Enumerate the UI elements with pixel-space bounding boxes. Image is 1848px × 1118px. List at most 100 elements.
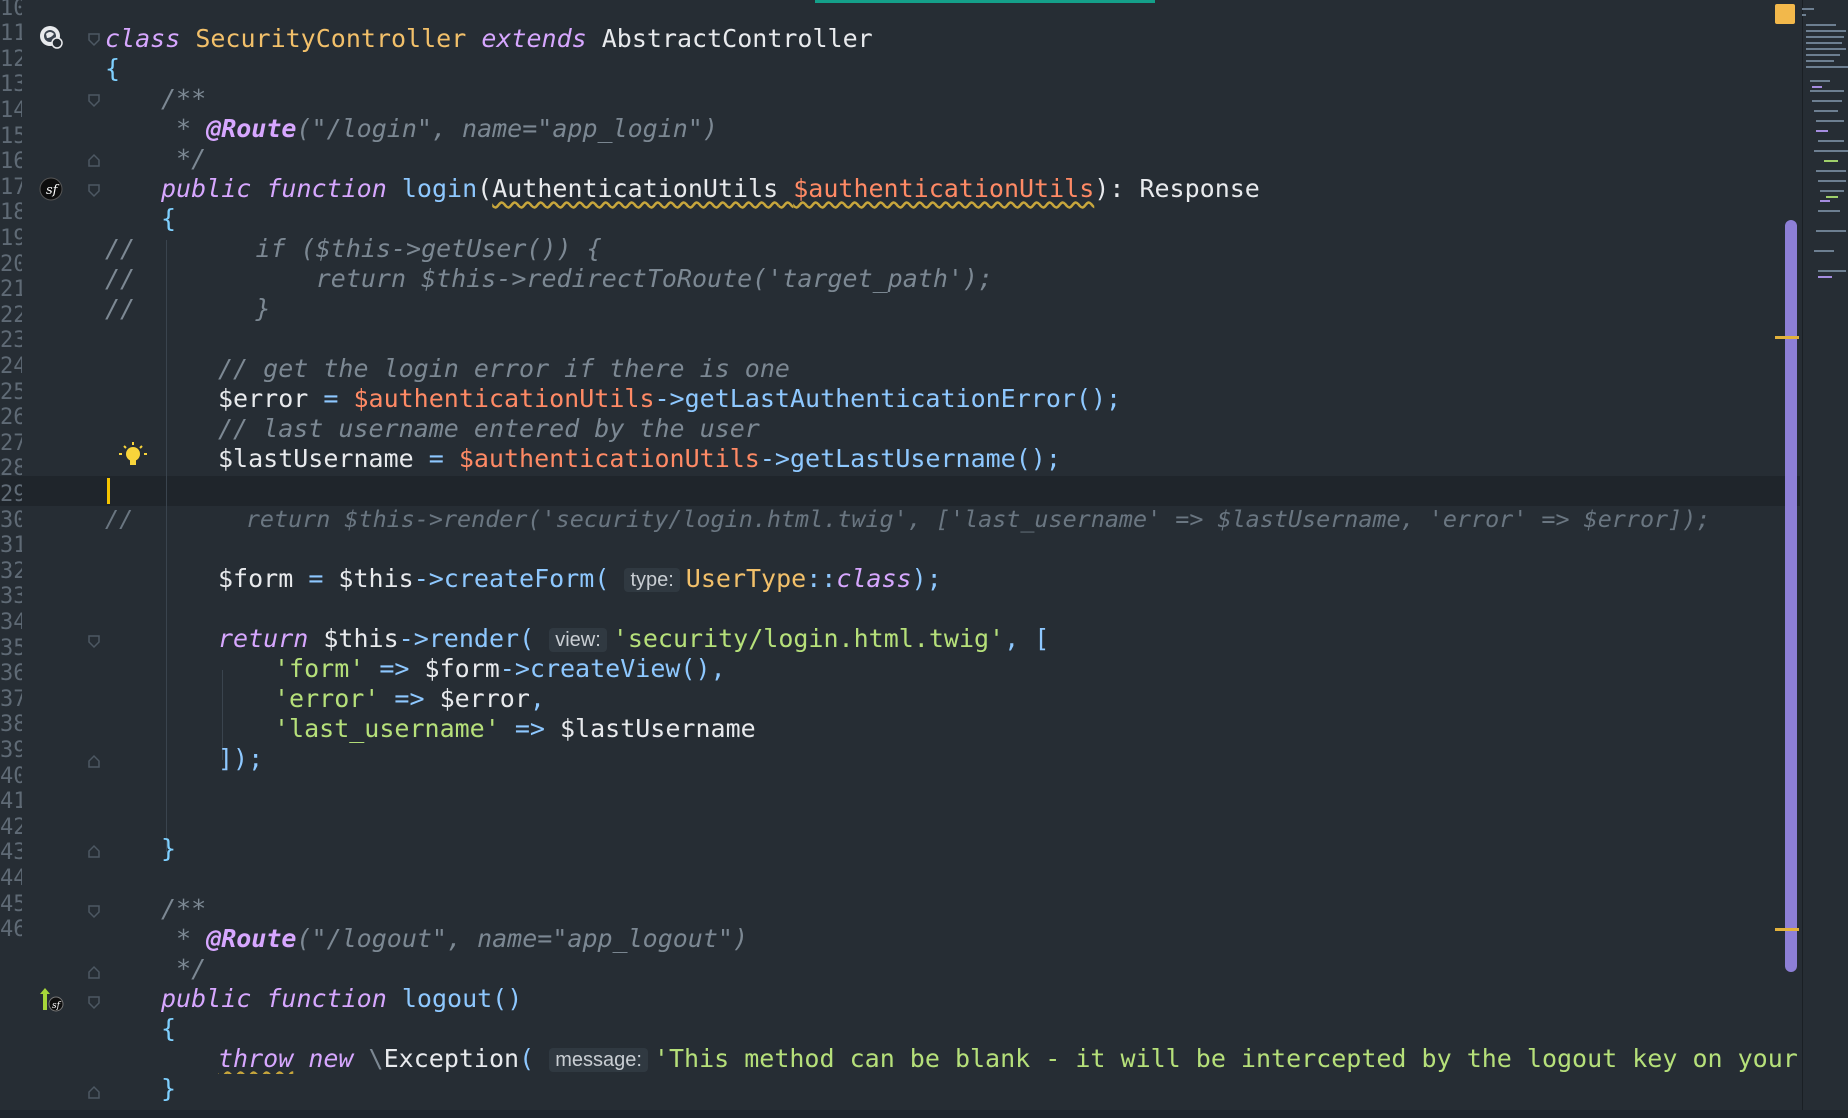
keyword: extends [481,24,587,53]
punctuation: , [529,684,545,713]
paren: ( [594,564,610,593]
variable: $lastUsername [560,714,756,743]
fold-marker[interactable] [88,844,100,858]
method-call: render [428,624,520,653]
error-stripe-marker[interactable] [1775,336,1799,339]
code-line[interactable]: $error = $authenticationUtils->getLastAu… [218,384,1121,414]
brace: { [105,54,121,83]
parameter: $authenticationUtils [793,174,1095,203]
code-line[interactable]: } [161,834,176,864]
variable: $lastUsername [218,444,414,473]
fold-marker[interactable] [88,635,100,649]
operator: -> [398,624,429,653]
annotation: @Route [206,924,297,953]
indent-guide [166,240,167,852]
parameter: $authenticationUtils [353,384,655,413]
code-line[interactable]: // return $this->render('security/login.… [105,504,1710,534]
operator: -> [499,654,530,683]
operator: -> [413,564,444,593]
fold-marker[interactable] [88,94,100,108]
fold-marker[interactable] [88,184,100,198]
annotation-args: ("/login", name="app_login") [296,114,718,143]
punctuation: (); [1075,384,1122,413]
annotation: @Route [206,114,297,143]
code-line[interactable]: */ [161,954,206,984]
code-line[interactable]: { [105,54,120,84]
fold-marker[interactable] [88,965,100,979]
keyword: public [161,174,252,203]
namespace-separator: \ [368,1044,384,1073]
fold-marker[interactable] [88,1085,100,1099]
code-line[interactable]: * @Route("/login", name="app_login") [161,114,718,144]
string-literal: 'error' [274,684,380,713]
fold-marker[interactable] [88,153,100,167]
warning-indicator-icon[interactable] [1775,4,1795,24]
code-line[interactable]: $form = $this->createForm( type: UserType… [218,564,942,594]
route-arrow-icon[interactable]: sf [38,986,66,1014]
code-line[interactable]: { [161,204,176,234]
method-call: getLastAuthenticationError [684,384,1076,413]
string-literal: 'This method can be blank - it will be i… [653,1044,1800,1073]
code-line[interactable]: throw new \Exception( message: 'This meth… [218,1044,1800,1074]
text-caret [107,478,110,504]
code-line[interactable]: // get the login error if there is one [218,354,790,384]
punctuation: (), [680,654,726,683]
code-line[interactable]: public function login(AuthenticationUtil… [161,174,1260,204]
error-stripe-marker[interactable] [1775,928,1799,931]
vertical-scrollbar[interactable] [1785,220,1797,972]
parameter: $authenticationUtils [458,444,760,473]
code-line[interactable]: // last username entered by the user [218,414,760,444]
code-line[interactable]: 'form' => $form->createView(), [274,654,726,684]
code-line[interactable]: public function logout() [161,984,522,1014]
variable: $form [218,564,294,593]
paren: ( [519,1044,535,1073]
code-line[interactable]: 'error' => $error, [274,684,545,714]
brace: } [161,1074,177,1103]
fold-marker[interactable] [88,754,100,768]
code-line[interactable]: } [161,1074,176,1104]
this-variable: $this [323,624,399,653]
doc-comment: /** [161,894,207,923]
code-line[interactable]: 'last_username' => $lastUsername [274,714,756,744]
fold-marker[interactable] [88,996,100,1010]
code-editor[interactable]: 10 11 12 13 14 15 16 17 18 19 20 21 22 2… [0,0,1848,1118]
keyword: class [836,564,912,593]
code-line[interactable]: // if ($this->getUser()) { [105,234,602,264]
keyword: new [308,1044,354,1073]
keyword: function [266,984,387,1013]
code-line[interactable]: // } [105,294,271,324]
code-line[interactable]: return $this->render( view:'security/log… [218,624,1049,654]
code-line[interactable]: ]); [218,744,263,774]
code-line[interactable]: class SecurityController extends Abstrac… [105,24,873,54]
symfony-icon[interactable]: sf [38,176,66,204]
operator: => [499,714,560,743]
punctuation: (); [1015,444,1061,473]
string-literal: 'last_username' [274,714,500,743]
code-line[interactable]: */ [161,144,206,174]
code-minimap[interactable] [1800,0,1848,300]
globe-marker-icon[interactable] [38,24,66,52]
fold-marker[interactable] [88,905,100,919]
code-line[interactable]: /** [161,894,206,924]
paren: ( [477,174,493,203]
line-comment: // if ($this->getUser()) { [105,234,602,263]
code-line[interactable]: // return $this->redirectToRoute('target… [105,264,993,294]
lightbulb-icon[interactable] [118,441,147,469]
operator: = [413,444,459,473]
line-comment: // get the login error if there is one [218,354,790,383]
paren: ( [519,624,535,653]
line-comment: // return $this->render('security/login.… [105,505,1711,533]
code-line[interactable]: { [161,1014,176,1044]
active-tab-indicator [815,0,1155,3]
method-call: getLastUsername [789,444,1016,473]
doc-comment: * [161,114,207,143]
code-line[interactable]: * @Route("/logout", name="app_logout") [161,924,748,954]
fold-marker[interactable] [88,33,100,47]
code-line[interactable]: /** [161,84,206,114]
variable: $error [218,384,309,413]
operator: :: [806,564,837,593]
line-comment: // return $this->redirectToRoute('target… [105,264,994,293]
line-number: 46 [0,917,22,942]
code-line[interactable]: $lastUsername = $authenticationUtils->ge… [218,444,1061,474]
doc-comment: /** [161,84,207,113]
